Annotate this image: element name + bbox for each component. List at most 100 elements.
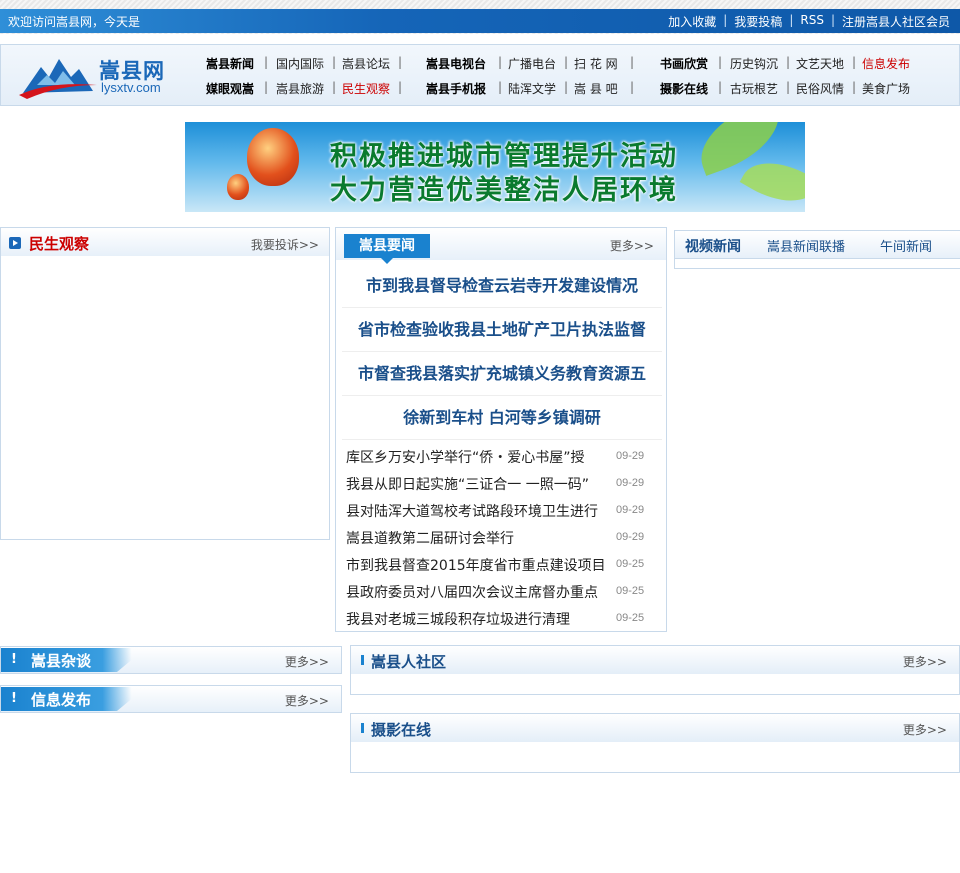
separator: | — [630, 80, 635, 94]
list-item[interactable]: 我县从即日起实施“三证合一 一照一码” 09-29 — [346, 469, 658, 496]
list-item[interactable]: 县对陆浑大道驾校考试路段环境卫生进行 09-29 — [346, 496, 658, 523]
separator: | — [852, 55, 857, 69]
logo-mountain-icon — [19, 59, 97, 99]
nav-item-songxian-news[interactable]: 嵩县新闻 — [206, 55, 254, 72]
news-date: 09-29 — [616, 477, 645, 489]
separator: | — [786, 55, 791, 69]
nav-item-antiques[interactable]: 古玩根艺 — [730, 80, 778, 97]
zatan-title: 嵩县杂谈 — [31, 652, 92, 670]
zatan-header: ! 嵩县杂谈 更多>> — [0, 646, 342, 674]
community-panel: 嵩县人社区 更多>> — [350, 645, 960, 695]
nav-item-luhun-literature[interactable]: 陆浑文学 — [508, 80, 556, 97]
banner-line-2: 大力营造优美整洁人居环境 — [330, 175, 678, 206]
rss-link[interactable]: RSS — [800, 13, 824, 30]
separator: | — [398, 55, 403, 69]
info-release-title: 信息发布 — [31, 691, 92, 709]
photography-title: 摄影在线 — [371, 721, 432, 739]
list-item[interactable]: 县政府委员对八届四次会议主席督办重点 09-25 — [346, 577, 658, 604]
separator: | — [564, 55, 569, 69]
news-title[interactable]: 县政府委员对八届四次会议主席督办重点 — [346, 582, 604, 602]
panel-header: 摄影在线 更多>> — [351, 714, 959, 742]
news-more-link[interactable]: 更多>> — [610, 237, 654, 254]
zatan-more-link[interactable]: 更多>> — [285, 653, 329, 670]
section-bar-icon — [361, 655, 364, 665]
community-more-link[interactable]: 更多>> — [903, 653, 947, 670]
news-title[interactable]: 县对陆浑大道驾校考试路段环境卫生进行 — [346, 501, 604, 521]
nav-item-songxian-bar[interactable]: 嵩 县 吧 — [574, 80, 618, 97]
nav-item-tourism[interactable]: 嵩县旅游 — [276, 80, 324, 97]
nav-item-radio[interactable]: 广播电台 — [508, 55, 556, 72]
list-item[interactable]: 市到我县督查2015年度省市重点建设项目 09-25 — [346, 550, 658, 577]
nav-item-history[interactable]: 历史钩沉 — [730, 55, 778, 72]
nav-item-mobile-paper[interactable]: 嵩县手机报 — [426, 80, 486, 97]
separator: | — [264, 55, 269, 69]
separator: | — [786, 80, 791, 94]
panel-header: 民生观察 我要投诉>> — [1, 228, 329, 256]
headline[interactable]: 市到我县督导检查云岩寺开发建设情况 — [342, 264, 662, 308]
promo-banner[interactable]: 积极推进城市管理提升活动 大力营造优美整洁人居环境 — [185, 122, 805, 212]
list-item[interactable]: 库区乡万安小学举行“侨・爱心书屋”授 09-29 — [346, 442, 658, 469]
county-news-panel: 嵩县要闻 更多>> 市到我县督导检查云岩寺开发建设情况 省市检查验收我县土地矿产… — [335, 227, 667, 632]
news-title[interactable]: 库区乡万安小学举行“侨・爱心书屋”授 — [346, 447, 604, 467]
separator: | — [332, 55, 337, 69]
news-date: 09-25 — [616, 558, 645, 570]
video-news-title: 视频新闻 — [685, 239, 741, 255]
news-title[interactable]: 市到我县督查2015年度省市重点建设项目 — [346, 555, 604, 575]
separator: | — [398, 80, 403, 94]
photography-more-link[interactable]: 更多>> — [903, 721, 947, 738]
nav-item-literature[interactable]: 文艺天地 — [796, 55, 844, 72]
list-item[interactable]: 嵩县道教第二届研讨会举行 09-29 — [346, 523, 658, 550]
register-link[interactable]: 注册嵩县人社区会员 — [842, 13, 950, 30]
complaint-link[interactable]: 我要投诉>> — [251, 236, 319, 253]
headline[interactable]: 省市检查验收我县土地矿产卫片执法监督 — [342, 308, 662, 352]
top-bar: 欢迎访问嵩县网，今天是 加入收藏 | 我要投稿 | RSS | 注册嵩县人社区会… — [0, 0, 960, 34]
separator: | — [498, 55, 503, 69]
logo-url: lysxtv.com — [101, 80, 161, 95]
headline[interactable]: 市督查我县落实扩充城镇义务教育资源五 — [342, 352, 662, 396]
list-item[interactable]: 我县对老城三城段积存垃圾进行清理 09-25 — [346, 604, 658, 631]
nav-item-info-release[interactable]: 信息发布 — [862, 55, 910, 72]
news-date: 09-29 — [616, 531, 645, 543]
top-links: 加入收藏 | 我要投稿 | RSS | 注册嵩县人社区会员 — [668, 13, 950, 30]
nav-item-forum[interactable]: 嵩县论坛 — [342, 55, 390, 72]
news-title[interactable]: 我县对老城三城段积存垃圾进行清理 — [346, 609, 604, 629]
nav-item-livelihood[interactable]: 民生观察 — [342, 80, 390, 97]
tab-noon-news[interactable]: 午间新闻 — [880, 236, 932, 255]
exclamation-icon: ! — [11, 691, 17, 706]
separator: | — [332, 80, 337, 94]
site-logo[interactable]: 嵩县网 lysxtv.com — [19, 53, 179, 99]
news-date: 09-25 — [616, 612, 645, 624]
livelihood-panel: 民生观察 我要投诉>> — [0, 227, 330, 540]
tab-county-news[interactable]: 嵩县要闻 — [344, 234, 430, 264]
nav-item-photography[interactable]: 摄影在线 — [660, 80, 708, 97]
separator: | — [264, 80, 269, 94]
separator: | — [852, 80, 857, 94]
arrow-icon — [9, 237, 21, 249]
balloon-icon — [227, 174, 249, 200]
welcome-text: 欢迎访问嵩县网，今天是 — [8, 15, 141, 29]
nav-item-tv-station[interactable]: 嵩县电视台 — [426, 55, 486, 72]
panel-header: 视频新闻 嵩县新闻联播 午间新闻 — [675, 231, 960, 259]
nav-item-folk-customs[interactable]: 民俗风情 — [796, 80, 844, 97]
separator: | — [789, 13, 794, 27]
info-release-more-link[interactable]: 更多>> — [285, 692, 329, 709]
news-title[interactable]: 我县从即日起实施“三证合一 一照一码” — [346, 474, 604, 494]
tab-news-broadcast[interactable]: 嵩县新闻联播 — [767, 236, 845, 255]
nav-item-calligraphy[interactable]: 书画欣赏 — [660, 55, 708, 72]
photography-panel: 摄影在线 更多>> — [350, 713, 960, 773]
nav-item-saohua[interactable]: 扫 花 网 — [574, 55, 618, 72]
panel-header: 嵩县人社区 更多>> — [351, 646, 959, 674]
header: 嵩县网 lysxtv.com 嵩县新闻 | 国内国际 | 嵩县论坛 | 嵩县电视… — [0, 44, 960, 106]
separator: | — [564, 80, 569, 94]
nav-item-international[interactable]: 国内国际 — [276, 55, 324, 72]
video-news-panel: 视频新闻 嵩县新闻联播 午间新闻 — [674, 230, 960, 269]
news-title[interactable]: 嵩县道教第二届研讨会举行 — [346, 528, 604, 548]
submit-article-link[interactable]: 我要投稿 — [734, 13, 782, 30]
nav-item-food[interactable]: 美食广场 — [862, 80, 910, 97]
separator: | — [830, 13, 835, 27]
news-date: 09-25 — [616, 585, 645, 597]
section-bar-icon — [361, 723, 364, 733]
headline[interactable]: 徐新到车村 白河等乡镇调研 — [342, 396, 662, 440]
nav-item-media-view[interactable]: 媒眼观嵩 — [206, 80, 254, 97]
add-favorite-link[interactable]: 加入收藏 — [668, 13, 716, 30]
